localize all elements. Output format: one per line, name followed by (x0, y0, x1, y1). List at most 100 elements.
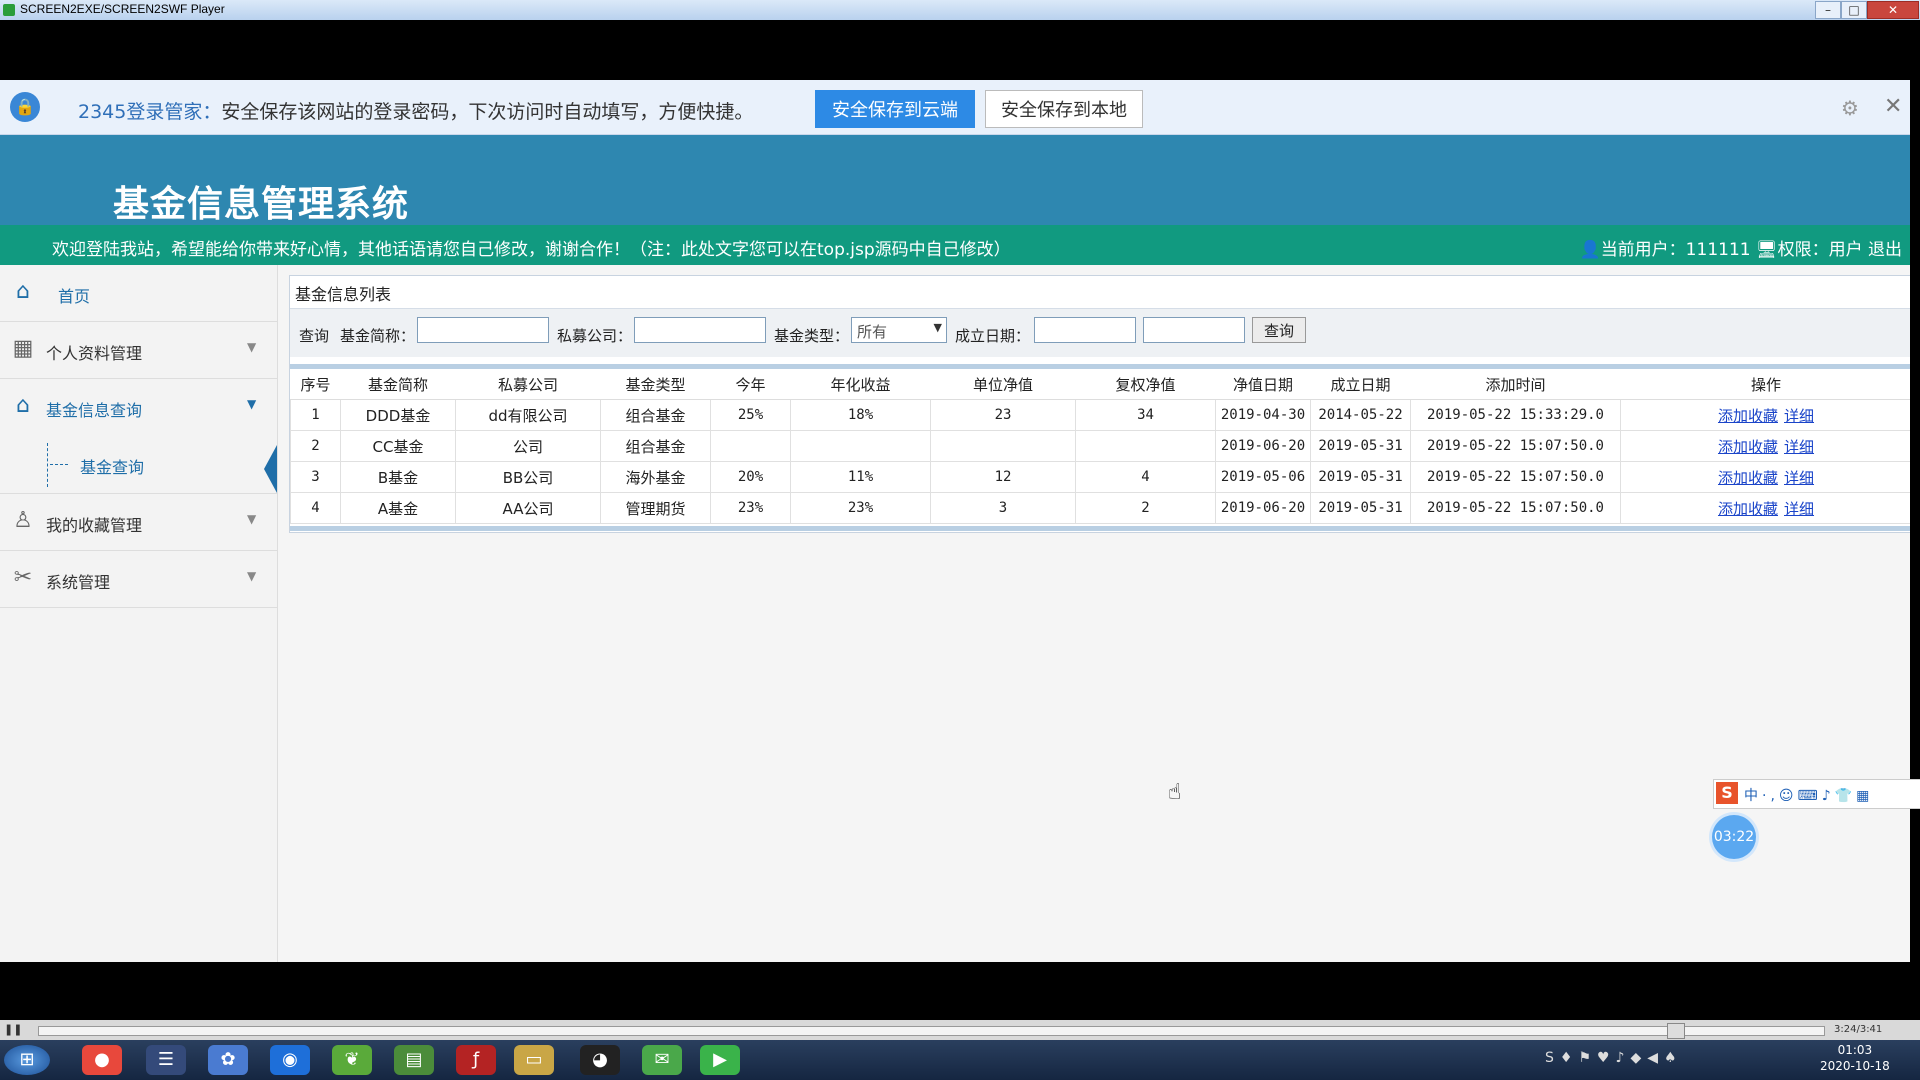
cell-index: 3 (290, 461, 341, 493)
save-to-cloud-button[interactable]: 安全保存到云端 (815, 90, 975, 128)
cell-nav-date: 2019-06-20 (1215, 430, 1311, 462)
sidebar-item-system[interactable]: ✂ 系统管理 ▼ (0, 551, 277, 608)
app-icon-lines[interactable]: ☰ (146, 1045, 186, 1075)
browser-icon[interactable]: ◉ (270, 1045, 310, 1075)
password-manager-text: 安全保存该网站的登录密码，下次访问时自动填写，方便快捷。 (221, 101, 754, 123)
site-header: 基金信息管理系统 (0, 135, 1910, 225)
add-favorite-link[interactable]: 添加收藏 (1718, 500, 1778, 518)
cell-adjusted-nav: 2 (1075, 492, 1216, 524)
table-header-row: 序号 基金简称 私募公司 基金类型 今年 年化收益 单位净值 复权净值 净值日期… (290, 369, 1910, 400)
welcome-bar: 欢迎登陆我站，希望能给你带来好心情，其他话语请您自己修改，谢谢合作！（注：此处文… (0, 225, 1910, 265)
flash-icon[interactable]: ƒ (456, 1045, 496, 1075)
fund-table: 序号 基金简称 私募公司 基金类型 今年 年化收益 单位净值 复权净值 净值日期… (290, 369, 1910, 524)
add-favorite-link[interactable]: 添加收藏 (1718, 438, 1778, 456)
fund-type-select[interactable]: 所有 ▼ (851, 317, 947, 343)
cell-adjusted-nav: 34 (1075, 399, 1216, 431)
editor-icon[interactable]: ▤ (394, 1045, 434, 1075)
seek-thumb[interactable] (1667, 1023, 1685, 1039)
save-to-local-button[interactable]: 安全保存到本地 (985, 90, 1143, 128)
ime-toolbar[interactable]: S 中·,☺⌨♪👕▦ (1713, 779, 1920, 809)
cell-annual-return (790, 430, 931, 462)
system-title: 基金信息管理系统 (113, 184, 410, 225)
cell-this-year: 20% (710, 461, 791, 493)
gear-icon[interactable]: ⚙ (1841, 96, 1859, 120)
fund-type-label: 基金类型： (774, 327, 850, 345)
cell-company: 公司 (455, 430, 601, 462)
close-window-button[interactable]: ✕ (1867, 1, 1919, 19)
company-input[interactable] (634, 317, 766, 343)
chevron-down-icon: ▼ (247, 397, 257, 411)
detail-link[interactable]: 详细 (1784, 438, 1814, 456)
sidebar: ⌂ 首页 ▦ 个人资料管理 ▼ ⌂ 基金信息查询 ▼ 基金查询 ♙ 我的收藏管理… (0, 265, 278, 962)
column-header: 复权净值 (1075, 369, 1216, 400)
system-tray-icons[interactable]: S♦⚑♥♪◆◀♠ (1545, 1050, 1683, 1066)
folder-icon[interactable]: ▭ (514, 1045, 554, 1075)
active-indicator-icon (264, 445, 277, 493)
hand-cursor-icon: ☝ (1168, 780, 1182, 805)
user-info: 👤当前用户：111111 🖥权限：用户 退出 (1580, 235, 1902, 260)
cell-nav-date: 2019-05-06 (1215, 461, 1311, 493)
fund-name-input[interactable] (417, 317, 549, 343)
detail-link[interactable]: 详细 (1784, 469, 1814, 487)
date-start-input[interactable] (1034, 317, 1136, 343)
window-title: SCREEN2EXE/SCREEN2SWF Player (20, 2, 225, 16)
detail-link[interactable]: 详细 (1784, 500, 1814, 518)
maximize-button[interactable]: □ (1841, 1, 1867, 19)
browser-content: 🔒 2345登录管家：安全保存该网站的登录密码，下次访问时自动填写，方便快捷。 … (0, 80, 1910, 962)
add-favorite-link[interactable]: 添加收藏 (1718, 469, 1778, 487)
sidebar-item-label: 首页 (58, 287, 91, 306)
fund-list-panel: 基金信息列表 查询 基金简称： 私募公司： 基金类型： 所有 ▼ 成立日期： 查… (289, 275, 1910, 533)
cell-this-year (710, 430, 791, 462)
chrome-icon[interactable]: ● (82, 1045, 122, 1075)
column-header: 基金类型 (600, 369, 711, 400)
cell-unit-nav: 3 (930, 492, 1076, 524)
cell-annual-return: 11% (790, 461, 931, 493)
window-titlebar: SCREEN2EXE/SCREEN2SWF Player – □ ✕ (0, 0, 1920, 20)
photo-icon[interactable]: ✿ (208, 1045, 248, 1075)
sidebar-item-label: 我的收藏管理 (46, 516, 143, 535)
ime-toolbar-icons[interactable]: 中·,☺⌨♪👕▦ (1744, 785, 1873, 805)
pause-icon[interactable]: ❚❚ (4, 1023, 22, 1036)
minimize-button[interactable]: – (1815, 1, 1841, 19)
column-header: 成立日期 (1310, 369, 1411, 400)
cell-unit-nav: 12 (930, 461, 1076, 493)
add-favorite-link[interactable]: 添加收藏 (1718, 407, 1778, 425)
logout-link[interactable]: 退出 (1868, 240, 1902, 260)
sidebar-subitem-fund-search[interactable]: 基金查询 (0, 435, 277, 494)
player-controls: ❚❚ 3:24/3:41 (0, 1020, 1920, 1040)
query-button[interactable]: 查询 (1252, 317, 1306, 343)
taskbar-clock[interactable]: 01:03 2020-10-18 (1820, 1042, 1890, 1074)
sidebar-item-home[interactable]: ⌂ 首页 (0, 265, 277, 322)
fund-name-label: 基金简称： (340, 327, 416, 345)
qq-icon[interactable]: ◕ (580, 1045, 620, 1075)
wechat-icon[interactable]: ✉ (642, 1045, 682, 1075)
cell-fund-type: 组合基金 (600, 399, 711, 431)
user-role: 权限：用户 (1777, 240, 1863, 260)
detail-link[interactable]: 详细 (1784, 407, 1814, 425)
password-manager-bar: 🔒 2345登录管家：安全保存该网站的登录密码，下次访问时自动填写，方便快捷。 … (0, 80, 1910, 135)
close-icon[interactable]: ✕ (1884, 94, 1902, 119)
current-user: 当前用户：111111 (1600, 240, 1751, 260)
date-label: 成立日期： (955, 327, 1031, 345)
seek-bar[interactable] (38, 1026, 1825, 1036)
cell-fund-name: A基金 (340, 492, 456, 524)
tree-branch (50, 464, 68, 465)
sidebar-item-label: 个人资料管理 (46, 344, 143, 363)
panel-title: 基金信息列表 (295, 285, 392, 304)
tools-icon: ✂ (13, 565, 33, 590)
player-app-icon[interactable]: ▶ (700, 1045, 740, 1075)
date-end-input[interactable] (1143, 317, 1245, 343)
user-icon: ♙ (13, 508, 33, 533)
ime-logo-icon: S (1716, 782, 1738, 804)
cell-fund-name: DDD基金 (340, 399, 456, 431)
sidebar-item-fund-query[interactable]: ⌂ 基金信息查询 ▼ (0, 379, 277, 436)
start-button[interactable]: ⊞ (4, 1045, 50, 1075)
column-header: 操作 (1620, 369, 1910, 400)
leaf-icon[interactable]: ❦ (332, 1045, 372, 1075)
dropdown-arrow-icon: ▼ (933, 321, 942, 334)
sidebar-item-favorites[interactable]: ♙ 我的收藏管理 ▼ (0, 494, 277, 551)
column-header: 添加时间 (1410, 369, 1621, 400)
cell-found-date: 2019-05-31 (1310, 461, 1411, 493)
sidebar-item-profile[interactable]: ▦ 个人资料管理 ▼ (0, 322, 277, 379)
home-icon: ⌂ (16, 393, 30, 418)
